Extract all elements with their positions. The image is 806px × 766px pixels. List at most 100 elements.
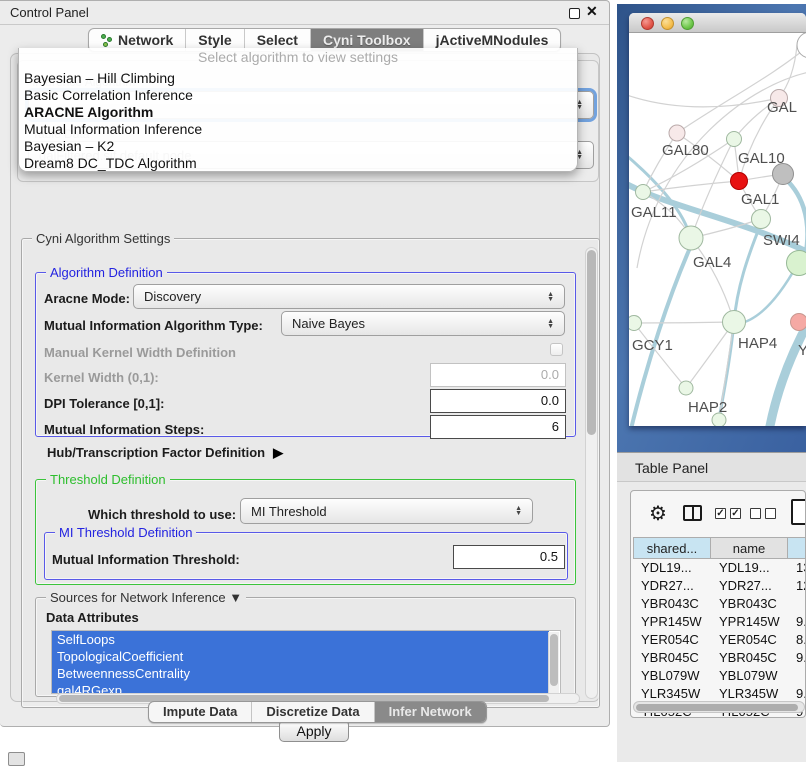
chevron-updown-icon: ▲▼ [515, 506, 522, 516]
node-gal11[interactable] [636, 185, 651, 200]
column-header[interactable] [788, 537, 805, 559]
data-attributes-label: Data Attributes [46, 610, 139, 625]
table-panel: ⚙ ✓ ✓ shared... name YDL19...YDL19...13 … [617, 482, 806, 762]
mi-type-label: Mutual Information Algorithm Type: [44, 318, 263, 333]
table-panel-title: Table Panel [635, 460, 708, 476]
document-icon[interactable] [791, 499, 806, 525]
table-container: ⚙ ✓ ✓ shared... name YDL19...YDL19...13 … [630, 490, 806, 718]
table-panel-header: Table Panel [617, 452, 806, 482]
table-row[interactable]: YBR045CYBR045C9. [633, 649, 805, 667]
table-row[interactable]: YBL079WYBL079W [633, 667, 805, 685]
table-horizontal-scrollbar[interactable] [633, 701, 805, 713]
dpi-tolerance-label: DPI Tolerance [0,1]: [44, 396, 164, 411]
node-gal4[interactable] [679, 226, 703, 250]
manual-kernel-label: Manual Kernel Width Definition [44, 345, 236, 360]
dropdown-item[interactable]: Bayesian – Hill Climbing [22, 70, 574, 87]
columns-icon[interactable] [683, 505, 702, 521]
checked-box-icon[interactable]: ✓ [715, 508, 726, 519]
table-row[interactable]: YPR145WYPR145W9. [633, 613, 805, 631]
float-window-icon[interactable] [569, 8, 580, 19]
node-label: HAP4 [738, 335, 777, 352]
which-threshold-label: Which threshold to use: [88, 507, 236, 522]
chevron-updown-icon: ▲▼ [547, 292, 554, 302]
minimize-button-icon[interactable] [661, 17, 674, 30]
algorithm-dropdown-popup: Select algorithm to view settings Bayesi… [18, 48, 578, 172]
tab-infer-network[interactable]: Infer Network [375, 702, 486, 722]
node-gal1[interactable] [752, 210, 771, 229]
dpi-tolerance-field[interactable]: 0.0 [430, 389, 566, 413]
network-window-titlebar[interactable] [629, 13, 806, 33]
aracne-mode-label: Aracne Mode: [44, 291, 130, 306]
node-swi4[interactable] [787, 251, 806, 276]
tab-discretize-data[interactable]: Discretize Data [252, 702, 374, 722]
node-gal10[interactable] [727, 132, 742, 147]
sources-group-title[interactable]: Sources for Network Inference ▼ [46, 590, 246, 605]
node-label: GAL1 [741, 191, 779, 208]
hub-definition-expander[interactable]: Hub/Transcription Factor Definition▶ [47, 445, 283, 461]
cyni-algorithm-settings-group: Cyni Algorithm Settings Algorithm Defini… [21, 238, 600, 708]
list-item[interactable]: SelfLoops [52, 631, 549, 648]
node-label: Y [798, 342, 806, 359]
close-button-icon[interactable] [641, 17, 654, 30]
network-icon [101, 34, 113, 47]
control-panel-titlebar: Control Panel ✕ [0, 1, 609, 25]
mi-threshold-field[interactable]: 0.5 [453, 545, 565, 569]
threshold-definition-group: Threshold Definition Which threshold to … [35, 479, 576, 585]
unchecked-box-icon[interactable] [765, 508, 776, 519]
dropdown-item[interactable]: Bayesian – K2 [22, 138, 574, 155]
control-panel-title: Control Panel [10, 5, 89, 20]
node-gal80[interactable] [669, 125, 685, 141]
settings-group-title: Cyni Algorithm Settings [32, 231, 174, 246]
which-threshold-select[interactable]: MI Threshold ▲▼ [240, 498, 533, 524]
unchecked-box-icon[interactable] [750, 508, 761, 519]
dropdown-item[interactable]: Basic Correlation Inference [22, 87, 574, 104]
data-attributes-list[interactable]: SelfLoops TopologicalCoefficient Between… [51, 630, 561, 694]
sources-group: Sources for Network Inference ▼ Data Att… [35, 597, 576, 697]
list-scrollbar[interactable] [548, 632, 559, 694]
table-row[interactable]: YER054CYER054C8. [633, 631, 805, 649]
column-header[interactable]: name [711, 537, 788, 559]
chevron-updown-icon: ▲▼ [547, 319, 554, 329]
node-red-selected[interactable] [731, 173, 748, 190]
zoom-button-icon[interactable] [681, 17, 694, 30]
mi-steps-field[interactable]: 6 [430, 415, 566, 439]
dropdown-item[interactable]: Mutual Information Inference [22, 121, 574, 138]
gear-icon[interactable]: ⚙ [649, 501, 667, 526]
apply-button[interactable]: Apply [279, 720, 349, 742]
settings-vertical-scrollbar[interactable] [585, 247, 598, 699]
triangle-right-icon: ▶ [273, 445, 283, 461]
tab-impute-data[interactable]: Impute Data [149, 702, 252, 722]
list-item[interactable]: BetweennessCentrality [52, 665, 549, 682]
node-hap2[interactable] [679, 381, 693, 395]
node-label: GAL80 [662, 142, 709, 159]
mi-threshold-group: MI Threshold Definition Mutual Informati… [44, 532, 568, 580]
manual-kernel-checkbox[interactable] [550, 343, 563, 356]
table-row[interactable]: YDL19...YDL19...13 [633, 559, 805, 577]
window-fragment [8, 752, 25, 766]
checked-box-icon[interactable]: ✓ [730, 508, 741, 519]
column-header[interactable]: shared... [633, 537, 711, 559]
node-label: GAL10 [738, 150, 785, 167]
list-item[interactable]: TopologicalCoefficient [52, 648, 549, 665]
table-row[interactable]: YBR043CYBR043C [633, 595, 805, 613]
mi-type-select[interactable]: Naive Bayes ▲▼ [281, 311, 565, 336]
node-hap4[interactable] [723, 311, 746, 334]
close-icon[interactable]: ✕ [586, 3, 598, 20]
kernel-width-field[interactable]: 0.0 [430, 363, 566, 387]
node-y-pink[interactable] [791, 314, 806, 331]
node-gcy1[interactable] [629, 316, 642, 331]
kernel-width-label: Kernel Width (0,1): [44, 370, 159, 385]
aracne-mode-select[interactable]: Discovery ▲▼ [133, 284, 565, 309]
node-label: GAL [767, 99, 797, 116]
network-graph: GAL GAL80 GAL10 GAL1 SWI4 GAL11 GAL4 GCY… [629, 33, 806, 426]
network-canvas[interactable]: GAL GAL80 GAL10 GAL1 SWI4 GAL11 GAL4 GCY… [629, 33, 806, 426]
dropdown-item-selected[interactable]: ARACNE Algorithm [22, 104, 574, 121]
mi-threshold-label: Mutual Information Threshold: [52, 552, 240, 567]
node-table: shared... name YDL19...YDL19...13 YDR27.… [633, 537, 805, 717]
table-row[interactable]: YDR27...YDR27...12 [633, 577, 805, 595]
network-view-frame: GAL GAL80 GAL10 GAL1 SWI4 GAL11 GAL4 GCY… [617, 4, 806, 452]
dropdown-prompt: Select algorithm to view settings [19, 49, 577, 65]
node-label: GCY1 [632, 337, 673, 354]
network-window: GAL GAL80 GAL10 GAL1 SWI4 GAL11 GAL4 GCY… [629, 13, 806, 426]
dropdown-item[interactable]: Dream8 DC_TDC Algorithm [22, 155, 574, 172]
